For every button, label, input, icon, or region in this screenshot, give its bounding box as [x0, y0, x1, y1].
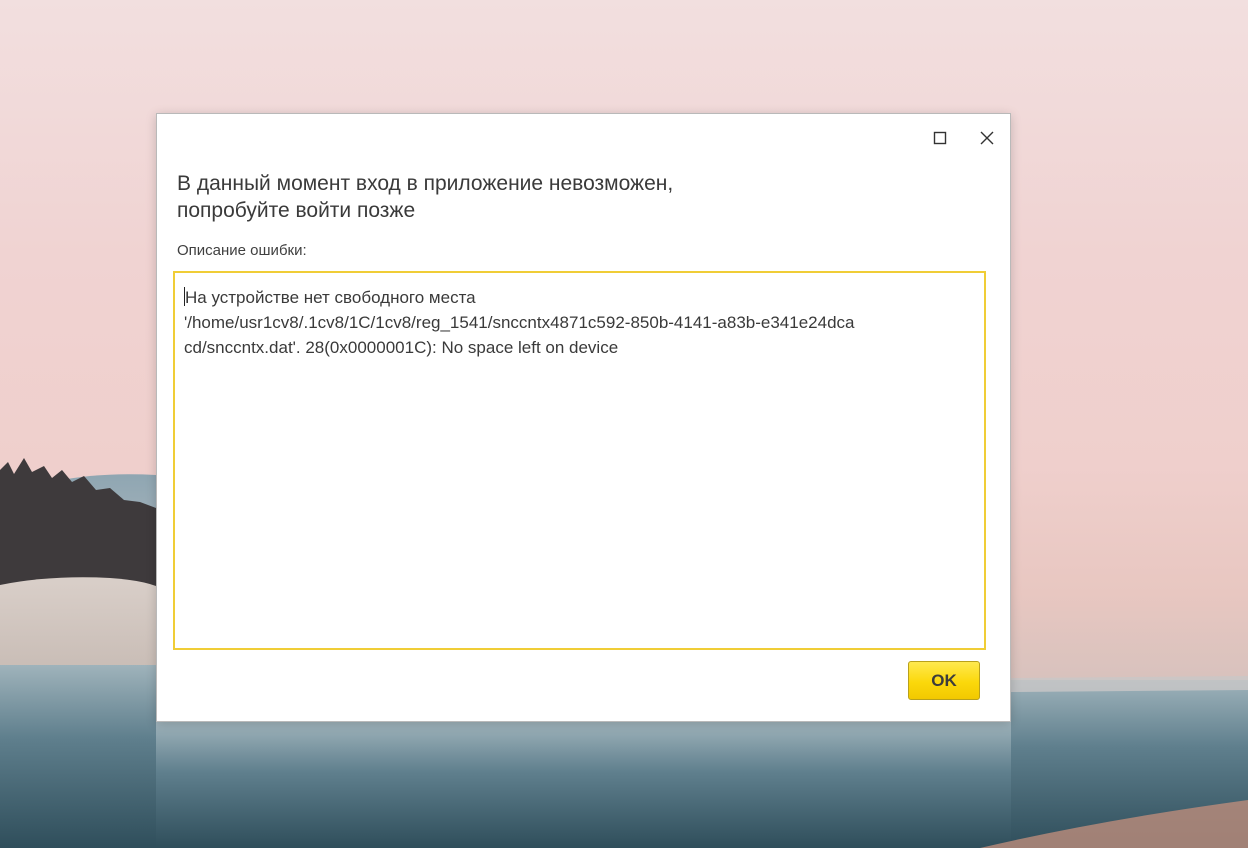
- dialog-title: В данный момент вход в приложение невозм…: [177, 170, 977, 224]
- ok-button[interactable]: OK: [908, 661, 980, 700]
- close-button[interactable]: [975, 126, 999, 150]
- error-text-line2: '/home/usr1cv8/.1cv8/1C/1cv8/reg_1541/sn…: [184, 313, 855, 332]
- error-dialog: В данный момент вход в приложение невозм…: [156, 113, 1011, 722]
- dialog-title-line2: попробуйте войти позже: [177, 199, 416, 222]
- maximize-icon: [933, 131, 947, 145]
- maximize-button[interactable]: [928, 126, 952, 150]
- dialog-title-line1: В данный момент вход в приложение невозм…: [177, 172, 674, 195]
- error-text-line1: На устройстве нет свободного места: [185, 288, 476, 307]
- desktop-wallpaper: В данный момент вход в приложение невозм…: [0, 0, 1248, 848]
- error-description-field[interactable]: На устройстве нет свободного места '/hom…: [173, 271, 986, 650]
- error-description-label: Описание ошибки:: [177, 242, 307, 259]
- error-text-line3: cd/snccntx.dat'. 28(0x0000001C): No spac…: [184, 338, 619, 357]
- close-icon: [980, 131, 994, 145]
